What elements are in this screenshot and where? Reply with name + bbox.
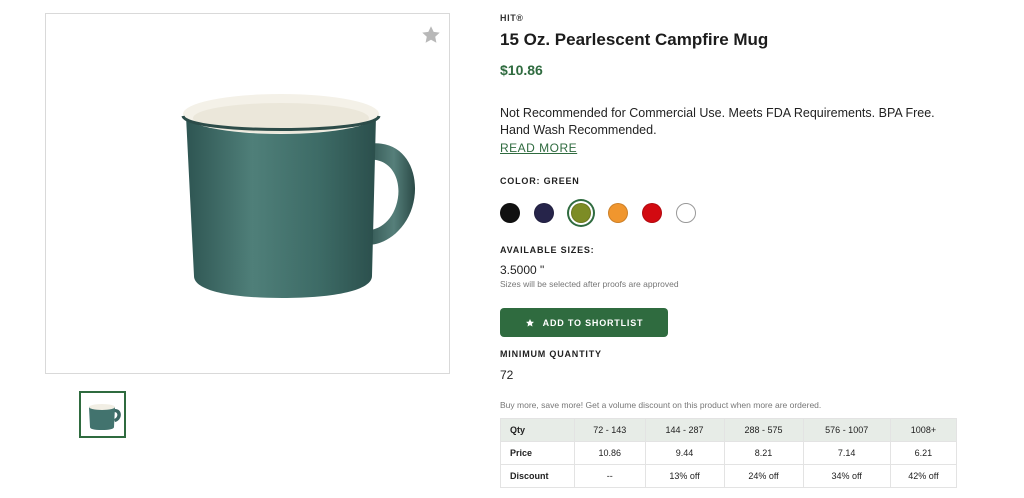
star-icon	[525, 318, 534, 327]
add-to-shortlist-button[interactable]: ADD TO SHORTLIST	[500, 308, 668, 337]
color-swatches	[500, 203, 710, 223]
minimum-quantity-label: MINIMUM QUANTITY	[500, 349, 602, 359]
mug-thumbnail-icon	[89, 404, 121, 430]
table-cell: 42% off	[889, 464, 958, 488]
swatch-white[interactable]	[676, 203, 696, 223]
product-title: 15 Oz. Pearlescent Campfire Mug	[500, 30, 769, 49]
table-cell: 10.86	[574, 441, 646, 465]
table-cell: --	[574, 464, 646, 488]
read-more-link[interactable]: READ MORE	[500, 141, 577, 155]
product-thumbnail[interactable]	[79, 391, 126, 438]
table-cell: 13% off	[644, 464, 725, 488]
table-cell: 34% off	[802, 464, 891, 488]
table-header-cell: 72 - 143	[574, 418, 646, 442]
product-price: $10.86	[500, 62, 543, 78]
table-cell: 9.44	[644, 441, 725, 465]
table-header-cell: 144 - 287	[644, 418, 725, 442]
sizes-label: AVAILABLE SIZES:	[500, 245, 595, 255]
table-cell: 7.14	[802, 441, 891, 465]
swatch-orange[interactable]	[608, 203, 628, 223]
product-brand: HIT®	[500, 13, 524, 23]
table-cell: 6.21	[889, 441, 958, 465]
product-image-frame	[45, 13, 450, 374]
volume-price-table: Qty 72 - 143 144 - 287 288 - 575 576 - 1…	[500, 418, 958, 488]
swatch-black[interactable]	[500, 203, 520, 223]
swatch-red[interactable]	[642, 203, 662, 223]
table-row-discount: Discount -- 13% off 24% off 34% off 42% …	[500, 464, 958, 488]
size-note: Sizes will be selected after proofs are …	[500, 279, 679, 289]
mug-image	[181, 94, 416, 298]
table-header-cell: 576 - 1007	[802, 418, 891, 442]
table-header-cell: Qty	[500, 418, 575, 442]
table-header-row: Qty 72 - 143 144 - 287 288 - 575 576 - 1…	[500, 418, 958, 442]
table-header-cell: 1008+	[889, 418, 958, 442]
swatch-green[interactable]	[571, 203, 591, 223]
product-description: Not Recommended for Commercial Use. Meet…	[500, 106, 935, 137]
size-value: 3.5000 "	[500, 263, 545, 277]
table-cell: 24% off	[723, 464, 804, 488]
table-cell: 8.21	[723, 441, 804, 465]
volume-discount-note: Buy more, save more! Get a volume discou…	[500, 400, 822, 410]
table-cell: Price	[500, 441, 575, 465]
swatch-navy[interactable]	[534, 203, 554, 223]
table-header-cell: 288 - 575	[723, 418, 804, 442]
favorite-star-icon[interactable]	[420, 24, 442, 46]
table-row-price: Price 10.86 9.44 8.21 7.14 6.21	[500, 441, 958, 465]
add-to-shortlist-label: ADD TO SHORTLIST	[542, 317, 644, 328]
minimum-quantity-value: 72	[500, 368, 514, 382]
color-label: COLOR: GREEN	[500, 176, 580, 186]
table-cell: Discount	[500, 464, 575, 488]
